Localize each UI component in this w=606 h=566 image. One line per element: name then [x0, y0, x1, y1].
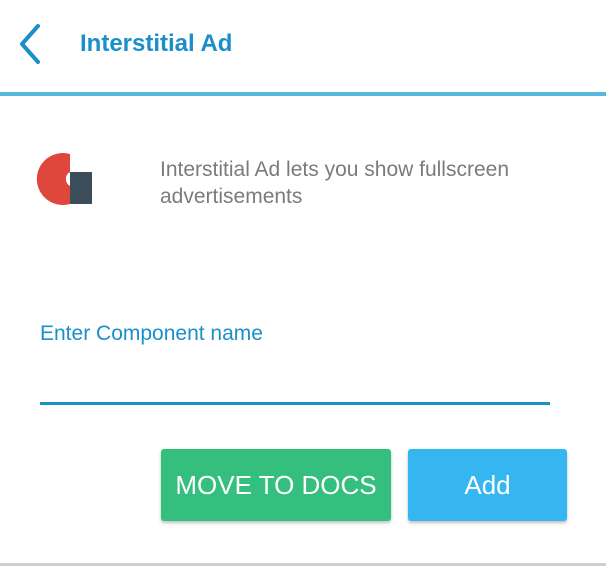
move-to-docs-button[interactable]: MOVE TO DOCS: [161, 449, 391, 521]
component-name-input[interactable]: [40, 358, 550, 405]
component-screen: Interstitial Ad Interstitial Ad lets you…: [0, 0, 606, 566]
page-title: Interstitial Ad: [80, 30, 233, 57]
add-button[interactable]: Add: [408, 449, 567, 521]
chevron-left-icon: [20, 24, 40, 64]
component-logo-icon: [34, 150, 96, 206]
component-description: Interstitial Ad lets you show fullscreen…: [160, 158, 510, 208]
back-button[interactable]: [10, 20, 50, 68]
header-divider: [0, 92, 606, 96]
app-header: Interstitial Ad: [0, 0, 606, 92]
component-name-label: Enter Component name: [40, 322, 263, 345]
